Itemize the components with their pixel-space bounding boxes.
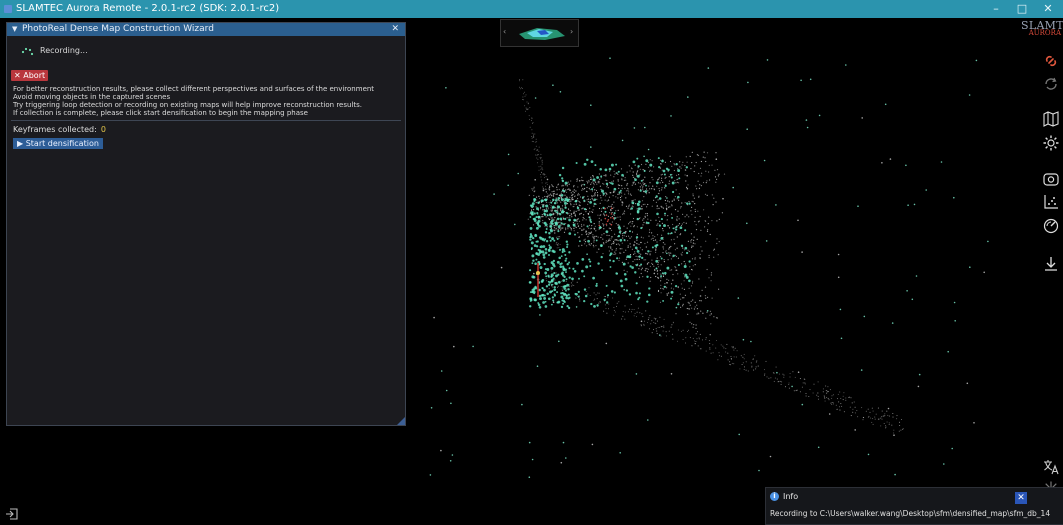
- settings-icon[interactable]: [1042, 134, 1060, 152]
- keyframes-label: Keyframes collected:: [13, 125, 97, 134]
- instruction-line: If collection is complete, please click …: [13, 109, 308, 117]
- info-message: Recording to C:\Users\walker.wang\Deskto…: [770, 509, 1051, 518]
- map-icon[interactable]: [1042, 110, 1060, 128]
- info-icon: i: [770, 492, 779, 501]
- keyframes-row: Keyframes collected: 0: [13, 124, 106, 135]
- resize-grip[interactable]: [397, 417, 405, 425]
- info-toast: i Info ✕ Recording to C:\Users\walker.wan…: [765, 487, 1063, 525]
- instruction-line: For better reconstruction results, pleas…: [13, 85, 375, 93]
- keyframes-value: 0: [100, 125, 106, 134]
- instruction-line: Avoid moving objects in the captured sce…: [13, 93, 171, 101]
- info-title: Info: [783, 492, 799, 501]
- download-icon[interactable]: [1042, 255, 1060, 273]
- minimize-button[interactable]: –: [985, 0, 1007, 18]
- maximize-button[interactable]: □: [1011, 0, 1033, 18]
- wizard-close-button[interactable]: ✕: [391, 23, 399, 36]
- chevron-right-icon[interactable]: ›: [570, 27, 573, 36]
- wizard-title: PhotoReal Dense Map Construction Wizard: [22, 24, 214, 34]
- start-densification-button[interactable]: ▶ Start densification: [13, 138, 103, 149]
- collapse-icon[interactable]: ▼: [12, 23, 17, 36]
- info-header: i Info: [770, 491, 798, 503]
- info-close-button[interactable]: ✕: [1015, 492, 1027, 504]
- point-cloud-icon[interactable]: [1042, 193, 1060, 211]
- recording-label: Recording...: [40, 46, 88, 55]
- divider: [11, 120, 401, 121]
- translate-icon[interactable]: [1042, 458, 1060, 476]
- dense-map-wizard-panel: ▼ PhotoReal Dense Map Construction Wizar…: [6, 22, 406, 426]
- abort-button[interactable]: ✕ Abort: [11, 70, 49, 81]
- instruction-line: Try triggering loop detection or recordi…: [13, 101, 363, 109]
- camera-icon[interactable]: [1042, 170, 1060, 188]
- refresh-icon[interactable]: [1042, 75, 1060, 93]
- window-title: SLAMTEC Aurora Remote - 2.0.1-rc2 (SDK: …: [16, 3, 280, 14]
- brand-logo: SLAMTEC AURORA: [1021, 19, 1063, 37]
- link-icon[interactable]: [1042, 52, 1060, 70]
- app-icon: [4, 5, 12, 13]
- gauge-icon[interactable]: [1042, 217, 1060, 235]
- exit-icon[interactable]: [5, 507, 19, 521]
- wizard-header[interactable]: ▼ PhotoReal Dense Map Construction Wizar…: [7, 23, 405, 36]
- title-bar: SLAMTEC Aurora Remote - 2.0.1-rc2 (SDK: …: [0, 0, 1063, 18]
- device-pose-icon: [536, 271, 540, 275]
- minimap-preview: [519, 28, 565, 40]
- spinner-icon: [21, 47, 34, 56]
- minimap-thumbnail[interactable]: ‹ ›: [500, 19, 579, 47]
- instructions: For better reconstruction results, pleas…: [13, 85, 405, 117]
- close-button[interactable]: ✕: [1037, 0, 1059, 18]
